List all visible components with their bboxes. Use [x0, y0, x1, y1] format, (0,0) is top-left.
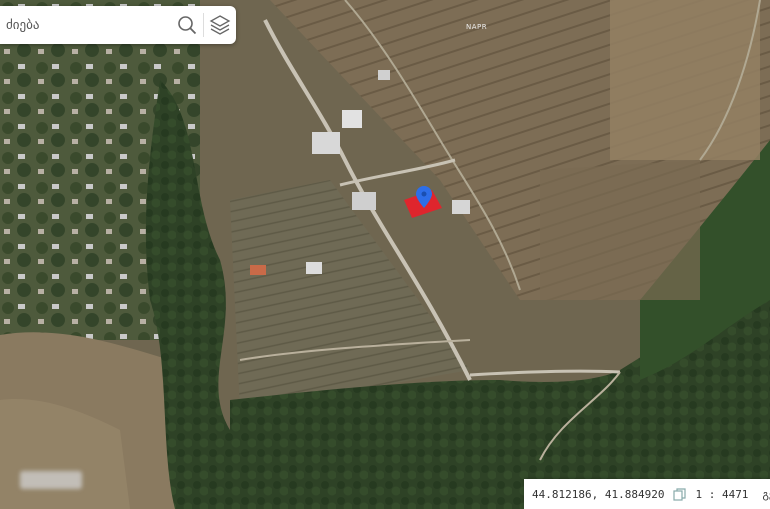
layers-icon	[209, 15, 231, 35]
layers-button[interactable]	[204, 6, 236, 44]
search-box	[0, 6, 236, 44]
satellite-map[interactable]	[0, 0, 770, 509]
coordinates-readout: 44.812186, 41.884920	[532, 487, 665, 501]
basemap-selector[interactable]: გეოგრაფიული	[762, 488, 770, 501]
copy-icon[interactable]	[672, 487, 686, 501]
search-button[interactable]	[171, 6, 203, 44]
attribution-logo	[20, 471, 82, 489]
map-scale: 1 : 4471	[695, 487, 749, 501]
search-icon	[178, 16, 197, 35]
status-bar: 44.812186, 41.884920 1 : 4471 გეოგრაფიულ…	[524, 479, 770, 509]
search-input[interactable]	[0, 6, 171, 44]
road-label: NAPR	[466, 23, 488, 31]
